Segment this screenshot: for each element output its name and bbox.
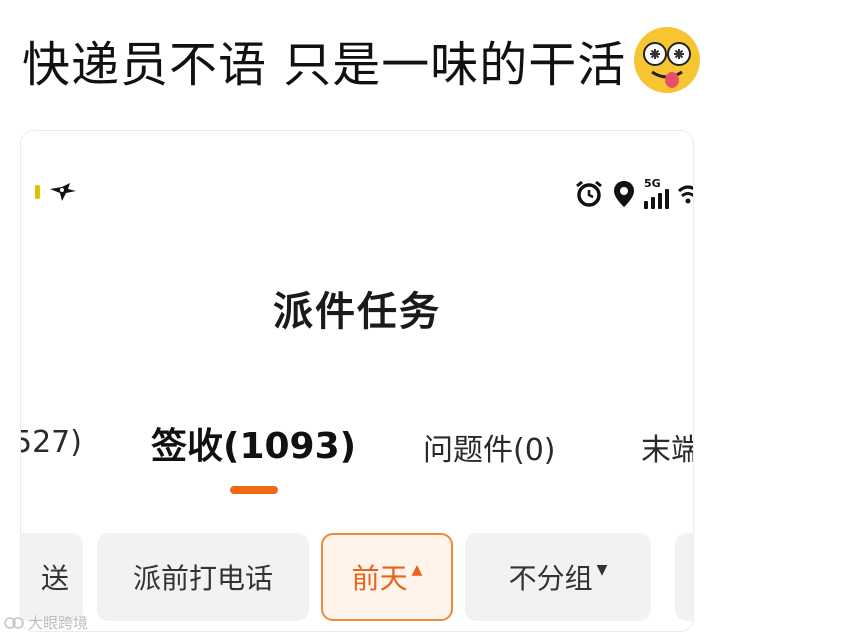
notification-dot-icon [35,185,40,199]
caption-text: 快递员不语 只是一味的干活 [22,37,627,93]
watermark: 大眼跨境 [4,612,88,633]
signal-icon: 5G [644,177,669,209]
alarm-icon [576,180,602,207]
caption: 快递员不语 只是一味的干活 [22,20,702,100]
tab-bar: 527) 签收(1093) 问题件(0) 末端 [21,413,693,473]
phone-screenshot: 5G 派件任务 527) 签收(1093) 问题件(0) 末端 送 派前打电话 … [20,130,694,632]
page-title: 派件任务 [273,289,441,335]
filter-chip-label: 前天 [351,562,408,595]
filter-chip-delivery[interactable]: 送 [21,533,83,621]
bird-icon [50,183,76,201]
status-bar: 5G [21,175,693,215]
filter-chip-label: 派前打电话 [132,562,273,595]
filter-chip-day-before-yesterday[interactable]: 前天 ▲ [321,533,453,621]
tab-previous[interactable]: 527) [21,425,82,460]
caret-down-icon: ▼ [596,562,608,578]
tab-problem-items[interactable]: 问题件(0) [423,425,556,469]
tab-signed[interactable]: 签收(1093) [151,417,356,469]
drooling-emoji-icon [634,27,701,93]
caret-up-icon: ▲ [411,562,423,578]
watermark-logo-icon [4,616,24,629]
location-icon [614,181,634,207]
filter-chip-label: 不分组 [508,562,593,595]
network-label: 5G [644,177,661,190]
wifi-icon [678,185,693,204]
filter-chip-no-grouping[interactable]: 不分组 ▼ [465,533,651,621]
tab-terminal[interactable]: 末端 [641,425,693,469]
watermark-text: 大眼跨境 [28,614,89,632]
active-tab-indicator [230,486,278,494]
filter-chip-call-before-delivery[interactable]: 派前打电话 [97,533,309,621]
filter-chip-more[interactable] [675,533,693,621]
filter-chip-label: 送 [40,562,69,595]
